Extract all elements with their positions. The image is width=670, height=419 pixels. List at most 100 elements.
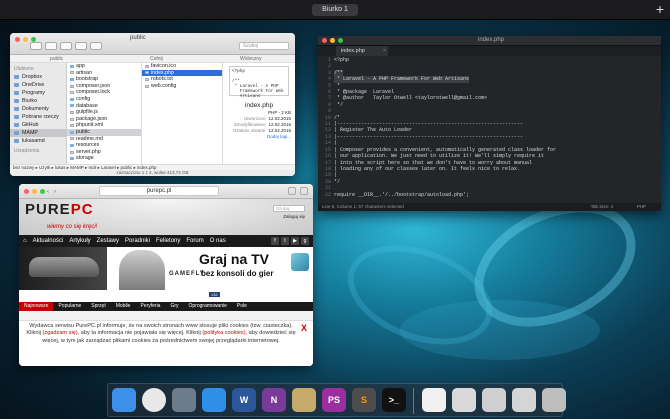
list-item[interactable]: readme.md <box>67 136 141 143</box>
site-logo[interactable]: PUREPC <box>25 201 94 218</box>
list-item[interactable]: app <box>67 63 141 70</box>
site-search-input[interactable]: Szukaj <box>273 205 305 212</box>
article-thumbnails[interactable]: 132 <box>19 290 313 302</box>
list-item[interactable]: package.json <box>67 116 141 123</box>
dock-trash-icon[interactable] <box>542 388 566 412</box>
dock-onenote-icon[interactable]: N <box>262 388 286 412</box>
back-icon[interactable]: ‹ <box>47 189 49 195</box>
sidebar-item-github[interactable]: GitHub <box>10 121 66 129</box>
nav-item[interactable]: Forum <box>186 238 203 244</box>
list-item[interactable]: config <box>67 96 141 103</box>
nav-item[interactable]: Artykuły <box>69 238 90 244</box>
action-button[interactable] <box>90 42 102 50</box>
forward-button[interactable] <box>45 42 57 50</box>
category-tab[interactable]: Gry <box>165 302 183 311</box>
dock-finder-icon[interactable] <box>112 388 136 412</box>
forward-icon[interactable]: › <box>54 189 56 195</box>
cookie-policy-link[interactable]: (polityka cookies) <box>202 330 245 336</box>
facebook-icon[interactable]: f <box>271 237 279 245</box>
tabs-icon[interactable] <box>300 187 308 195</box>
nav-item[interactable]: Aktualności <box>33 238 64 244</box>
list-item[interactable]: public <box>67 128 141 136</box>
arrange-button[interactable] <box>75 42 87 50</box>
add-space-button[interactable]: + <box>656 1 664 17</box>
dock-archiver-icon[interactable] <box>292 388 316 412</box>
list-item[interactable]: composer.lock <box>67 89 141 96</box>
zoom-icon[interactable] <box>338 38 343 43</box>
minimize-icon[interactable] <box>330 38 335 43</box>
twitter-icon[interactable]: t <box>281 237 289 245</box>
nav-item[interactable]: O nas <box>210 238 226 244</box>
dock-window-3-icon[interactable] <box>512 388 536 412</box>
list-item[interactable]: composer.json <box>67 83 141 90</box>
code-line[interactable]: 22 require __DIR__.'/../bootstrap/autoloa… <box>318 192 661 198</box>
sidebar-item-mamp[interactable]: MAMP <box>10 129 66 137</box>
category-tab[interactable]: Sprzęt <box>86 302 110 311</box>
list-item[interactable]: index.php <box>142 69 222 77</box>
nav-item[interactable]: Zestawy <box>97 238 119 244</box>
nav-item[interactable]: Poradniki <box>125 238 150 244</box>
sublime-editor-window[interactable]: index.php index.php × 1 <?php 2 3/** 4 * Lara… <box>318 36 661 211</box>
close-cookie-button[interactable]: X <box>301 323 307 333</box>
dock-sublime-icon[interactable]: S <box>352 388 376 412</box>
safari-window[interactable]: ‹ › purepc.pl PUREPC wiemy co się kręci!… <box>19 184 313 366</box>
list-item[interactable]: database <box>67 103 141 110</box>
category-tab[interactable]: Peryferia <box>135 302 165 311</box>
list-item[interactable]: web.config <box>142 83 222 90</box>
sidebar-item-onedrive[interactable]: OneDrive <box>10 81 66 89</box>
desktop-space-tab[interactable]: Biurko 1 <box>312 4 358 16</box>
home-icon[interactable]: ⌂ <box>23 238 27 244</box>
dock-safari-icon[interactable] <box>202 388 226 412</box>
address-bar[interactable]: purepc.pl <box>99 186 219 196</box>
sidebar-item-desktop[interactable]: Biurko <box>10 97 66 105</box>
list-item[interactable]: server.php <box>67 149 141 156</box>
list-item[interactable]: phpunit.xml <box>67 122 141 129</box>
dock-document-icon[interactable] <box>422 388 446 412</box>
dock-phpstorm-icon[interactable]: PS <box>322 388 346 412</box>
category-tab[interactable]: Najnowsze <box>19 302 54 311</box>
dock-window-1-icon[interactable] <box>452 388 476 412</box>
sidebar-item-applications[interactable]: Programy <box>10 89 66 97</box>
sidebar-item-home[interactable]: lukasamd <box>10 137 66 145</box>
dock-word-icon[interactable]: W <box>232 388 256 412</box>
dock-terminal-icon[interactable]: >_ <box>382 388 406 412</box>
list-item[interactable]: robots.txt <box>142 76 222 83</box>
category-tab[interactable]: Popularne <box>53 302 86 311</box>
view-button[interactable] <box>60 42 72 50</box>
list-item[interactable]: storage <box>67 155 141 162</box>
syntax-mode[interactable]: PHP <box>637 203 646 211</box>
back-button[interactable] <box>30 42 42 50</box>
finder-window[interactable]: public Szukaj public Cofnij Widoczny Ulu… <box>10 33 295 176</box>
tab-size[interactable]: Tab Size: 4 <box>591 203 613 211</box>
nav-item[interactable]: Felietony <box>156 238 180 244</box>
category-tab[interactable]: Mobile <box>111 302 136 311</box>
list-item[interactable]: resources <box>67 142 141 149</box>
googleplus-icon[interactable]: g <box>301 237 309 245</box>
sidebar-item-dropbox[interactable]: Dropbox <box>10 73 66 81</box>
sidebar-item-documents[interactable]: Dokumenty <box>10 105 66 113</box>
close-icon[interactable] <box>24 189 29 194</box>
add-tags-link[interactable]: Dodaj tagi... <box>223 134 291 139</box>
zoom-icon[interactable] <box>40 189 45 194</box>
category-tab[interactable]: Pole <box>232 302 252 311</box>
list-item[interactable]: gulpfile.js <box>67 109 141 116</box>
share-icon[interactable] <box>288 187 296 195</box>
list-item[interactable]: favicon.ico <box>142 63 222 70</box>
list-item[interactable]: artisan <box>67 70 141 77</box>
dock-window-2-icon[interactable] <box>482 388 506 412</box>
ad-banner[interactable]: GAMEFLY Graj na TV bez konsoli do gier <box>19 247 313 290</box>
minimize-icon[interactable] <box>32 189 37 194</box>
list-item[interactable]: bootstrap <box>67 76 141 83</box>
youtube-icon[interactable]: ▶ <box>291 237 299 245</box>
search-input[interactable]: Szukaj <box>239 42 289 50</box>
dock-launchpad-icon[interactable] <box>172 388 196 412</box>
close-icon[interactable] <box>15 37 20 42</box>
sidebar-item-downloads[interactable]: Pobrane rzeczy <box>10 113 66 121</box>
tab-close-icon[interactable]: × <box>383 48 386 54</box>
dock-chrome-icon[interactable] <box>142 388 166 412</box>
minimize-icon[interactable] <box>23 37 28 42</box>
login-link[interactable]: Zaloguj się <box>283 214 305 219</box>
close-icon[interactable] <box>322 38 327 43</box>
category-tab[interactable]: Oprogramowanie <box>184 302 232 311</box>
tab-index-php[interactable]: index.php × <box>336 46 388 56</box>
